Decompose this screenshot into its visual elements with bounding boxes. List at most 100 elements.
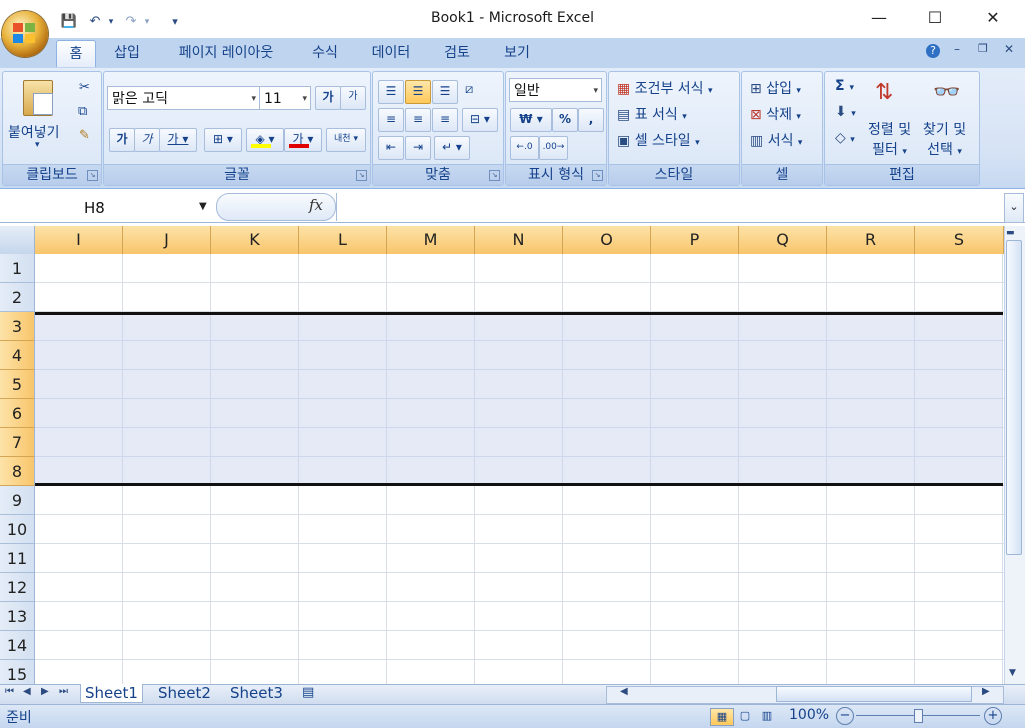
text-orientation-icon[interactable]: ⧄ — [465, 82, 473, 97]
format-painter-icon[interactable]: ✎ — [79, 128, 90, 143]
format-cells-button[interactable]: ▥ 서식 ▾ — [750, 130, 802, 150]
prev-sheet-icon[interactable]: ◀ — [23, 686, 31, 697]
formula-input[interactable] — [336, 193, 1005, 221]
sheet-tab-sheet3[interactable]: Sheet3 — [226, 684, 287, 702]
underline-button[interactable]: 가 ▾ — [159, 128, 197, 152]
insert-sheet-icon[interactable]: ▤ — [298, 684, 318, 702]
paste-dropdown-icon[interactable]: ▾ — [35, 140, 40, 150]
align-middle-button[interactable]: ☰ — [405, 80, 431, 104]
clipboard-launcher-icon[interactable]: ↘ — [87, 170, 98, 181]
row-header-15[interactable]: 15 — [0, 660, 35, 684]
ribbon-minimize-icon[interactable]: – — [954, 42, 960, 56]
column-header-p[interactable]: P — [651, 226, 739, 254]
align-right-button[interactable]: ≡ — [432, 108, 458, 132]
minimize-button[interactable]: — — [850, 0, 908, 36]
close-button[interactable]: ✕ — [964, 0, 1022, 36]
font-color-button[interactable]: 가 ▾ — [284, 128, 322, 152]
name-box[interactable] — [0, 193, 213, 221]
align-bottom-button[interactable]: ☰ — [432, 80, 458, 104]
sheet-tab-sheet1[interactable]: Sheet1 — [80, 684, 143, 703]
bold-button[interactable]: 가 — [109, 128, 135, 152]
font-name-combo[interactable]: 맑은 고딕 ▾ — [107, 86, 260, 110]
percent-button[interactable]: % — [552, 108, 578, 132]
row-header-4[interactable]: 4 — [0, 341, 35, 370]
column-header-n[interactable]: N — [475, 226, 563, 254]
maximize-button[interactable]: ☐ — [906, 0, 964, 36]
tab-insert[interactable]: 삽입 — [104, 40, 150, 66]
row-header-1[interactable]: 1 — [0, 254, 35, 283]
align-left-button[interactable]: ≡ — [378, 108, 404, 132]
row-header-10[interactable]: 10 — [0, 515, 35, 544]
first-sheet-icon[interactable]: ⏮ — [5, 686, 14, 697]
zoom-in-icon[interactable]: + — [984, 707, 1002, 725]
tab-review[interactable]: 검토 — [434, 40, 480, 66]
normal-view-icon[interactable]: ▦ — [710, 708, 734, 726]
tab-page-layout[interactable]: 페이지 레이아웃 — [164, 40, 288, 66]
number-launcher-icon[interactable]: ↘ — [592, 170, 603, 181]
page-break-view-icon[interactable]: ▥ — [758, 708, 776, 724]
shrink-font-button[interactable]: 가 — [340, 86, 366, 110]
tab-home[interactable]: 홈 — [56, 40, 96, 67]
italic-button[interactable]: 가 — [134, 128, 160, 152]
column-header-i[interactable]: I — [35, 226, 123, 254]
column-header-q[interactable]: Q — [739, 226, 827, 254]
name-box-dropdown-icon[interactable]: ▼ — [199, 201, 207, 212]
decrease-decimal-button[interactable]: .00→ — [539, 136, 568, 160]
increase-decimal-button[interactable]: ←.0 — [510, 136, 539, 160]
column-header-r[interactable]: R — [827, 226, 915, 254]
next-sheet-icon[interactable]: ▶ — [41, 686, 49, 697]
comma-button[interactable]: , — [578, 108, 604, 132]
row-header-8[interactable]: 8 — [0, 457, 35, 486]
row-header-9[interactable]: 9 — [0, 486, 35, 515]
scroll-right-icon[interactable]: ▶ — [982, 686, 990, 697]
row-header-7[interactable]: 7 — [0, 428, 35, 457]
row-header-11[interactable]: 11 — [0, 544, 35, 573]
column-header-k[interactable]: K — [211, 226, 299, 254]
paste-button[interactable]: 붙여넣기 — [8, 122, 60, 142]
column-header-o[interactable]: O — [563, 226, 651, 254]
cut-icon[interactable]: ✂ — [79, 80, 90, 95]
row-header-13[interactable]: 13 — [0, 602, 35, 631]
column-header-m[interactable]: M — [387, 226, 475, 254]
number-format-combo[interactable]: 일반 ▾ — [509, 78, 602, 102]
format-as-table-button[interactable]: ▤ 표 서식 ▾ — [617, 104, 687, 124]
align-top-button[interactable]: ☰ — [378, 80, 404, 104]
tab-view[interactable]: 보기 — [494, 40, 540, 66]
copy-icon[interactable]: ⧉ — [78, 104, 87, 119]
row-header-6[interactable]: 6 — [0, 399, 35, 428]
row-header-5[interactable]: 5 — [0, 370, 35, 399]
scroll-left-icon[interactable]: ◀ — [620, 686, 628, 697]
wrap-text-button[interactable]: ↵ ▾ — [434, 136, 470, 160]
font-launcher-icon[interactable]: ↘ — [356, 170, 367, 181]
conditional-format-button[interactable]: ▦ 조건부 서식 ▾ — [617, 78, 713, 98]
align-center-button[interactable]: ≡ — [405, 108, 431, 132]
paste-icon[interactable] — [23, 80, 53, 116]
alignment-launcher-icon[interactable]: ↘ — [489, 170, 500, 181]
clear-button[interactable]: ◇ ▾ — [835, 130, 855, 146]
sheet-tab-sheet2[interactable]: Sheet2 — [154, 684, 215, 702]
sort-filter-button[interactable]: 정렬 및 필터 ▾ — [868, 120, 911, 162]
decrease-indent-button[interactable]: ⇤ — [378, 136, 404, 160]
increase-indent-button[interactable]: ⇥ — [405, 136, 431, 160]
page-layout-view-icon[interactable]: ▢ — [736, 708, 754, 724]
horizontal-scroll-thumb[interactable] — [776, 686, 972, 702]
borders-button[interactable]: ⊞ ▾ — [204, 128, 242, 152]
tab-formulas[interactable]: 수식 — [302, 40, 348, 66]
row-header-3[interactable]: 3 — [0, 312, 35, 341]
column-header-l[interactable]: L — [299, 226, 387, 254]
find-select-button[interactable]: 찾기 및 선택 ▾ — [923, 120, 966, 162]
zoom-out-icon[interactable]: − — [836, 707, 854, 725]
insert-cells-button[interactable]: ⊞ 삽입 ▾ — [750, 78, 801, 98]
row-header-14[interactable]: 14 — [0, 631, 35, 660]
expand-formula-bar-icon[interactable]: ⌄ — [1004, 193, 1024, 223]
help-icon[interactable]: ? — [926, 44, 940, 58]
grow-font-button[interactable]: 가 — [315, 86, 341, 110]
insert-function-icon[interactable]: fx — [309, 196, 323, 214]
phonetic-button[interactable]: 내천 ▾ — [326, 128, 366, 152]
split-box-icon[interactable]: ▬ — [1006, 228, 1015, 238]
zoom-level[interactable]: 100% — [789, 707, 829, 723]
fill-button[interactable]: ⬇ ▾ — [835, 104, 856, 120]
tab-data[interactable]: 데이터 — [362, 40, 420, 66]
currency-button[interactable]: ₩ ▾ — [510, 108, 552, 132]
column-header-s[interactable]: S — [915, 226, 1004, 254]
